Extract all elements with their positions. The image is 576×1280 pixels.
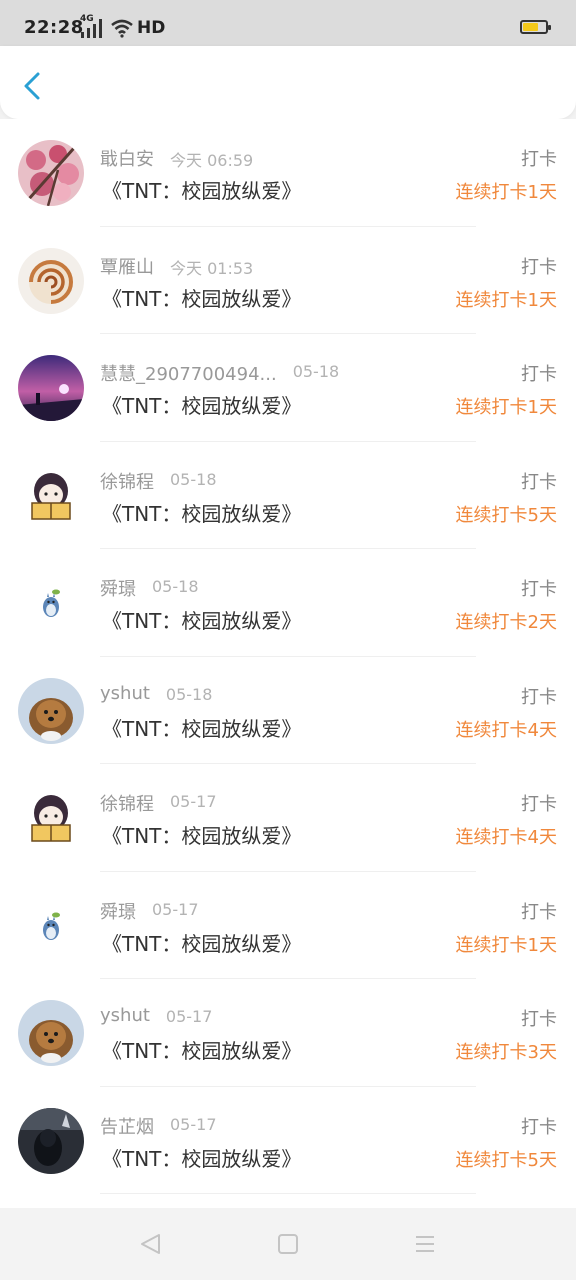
activity-type: 打卡 <box>521 901 557 923</box>
streak-badge: 连续打卡5天 <box>455 1149 557 1171</box>
timestamp: 05-18 <box>170 469 217 489</box>
activity-type: 打卡 <box>521 256 557 278</box>
timestamp: 05-17 <box>165 1007 213 1026</box>
avatar[interactable] <box>18 892 84 959</box>
avatar[interactable] <box>18 570 84 636</box>
back-button[interactable] <box>16 68 48 104</box>
battery-level <box>523 23 538 31</box>
activity-type: 打卡 <box>521 686 557 708</box>
book-title: 《TNT：校园放纵爱》 <box>102 394 302 418</box>
avatar[interactable] <box>18 140 84 206</box>
list-item[interactable]: yshut 05-17 《TNT：校园放纵爱》 打卡 连续打卡3天 <box>0 979 576 1087</box>
activity-type: 打卡 <box>521 1116 557 1138</box>
status-time: 22:28 <box>24 17 84 38</box>
book-title: 《TNT：校园放纵爱》 <box>102 824 302 848</box>
activity-type: 打卡 <box>521 1009 557 1030</box>
streak-badge: 连续打卡1天 <box>455 397 557 418</box>
timestamp: 05-17 <box>170 792 217 811</box>
chevron-left-icon <box>24 72 40 100</box>
streak-badge: 连续打卡4天 <box>455 827 557 848</box>
username: 徐锦程 <box>100 471 154 493</box>
wifi-icon <box>111 19 133 38</box>
system-nav-bar <box>0 1208 576 1280</box>
activity-type: 打卡 <box>521 471 557 493</box>
activity-type: 打卡 <box>521 364 557 385</box>
avatar[interactable] <box>18 247 84 314</box>
top-header <box>0 46 576 119</box>
streak-badge: 连续打卡3天 <box>455 1042 557 1063</box>
streak-badge: 连续打卡2天 <box>455 612 557 633</box>
username: 舜璟 <box>100 579 136 600</box>
timestamp: 今天 06:59 <box>170 151 254 170</box>
username: 戢白安 <box>100 149 154 170</box>
list-item[interactable]: 告芷烟 05-17 《TNT：校园放纵爱》 打卡 连续打卡5天 <box>0 1087 576 1195</box>
avatar[interactable] <box>18 1107 84 1174</box>
battery-icon <box>520 20 551 34</box>
list-item[interactable]: 舜璟 05-18 《TNT：校园放纵爱》 打卡 连续打卡2天 <box>0 549 576 657</box>
avatar[interactable] <box>18 677 84 744</box>
avatar[interactable] <box>18 785 84 851</box>
book-title: 《TNT：校园放纵爱》 <box>102 1039 302 1063</box>
activity-type: 打卡 <box>521 794 557 815</box>
list-item[interactable]: 慧慧_2907700494... 05-18 《TNT：校园放纵爱》 打卡 连续… <box>0 334 576 442</box>
timestamp: 05-18 <box>152 577 199 596</box>
username: 徐锦程 <box>100 794 154 815</box>
avatar[interactable] <box>18 355 84 421</box>
streak-badge: 连续打卡4天 <box>455 719 557 741</box>
signal-icon <box>81 19 102 38</box>
book-title: 《TNT：校园放纵爱》 <box>102 179 302 203</box>
streak-badge: 连续打卡1天 <box>455 182 557 203</box>
list-item[interactable]: 舜璟 05-17 《TNT：校园放纵爱》 打卡 连续打卡1天 <box>0 872 576 980</box>
book-title: 《TNT：校园放纵爱》 <box>102 931 302 956</box>
list-item[interactable]: 徐锦程 05-17 《TNT：校园放纵爱》 打卡 连续打卡4天 <box>0 764 576 872</box>
book-title: 《TNT：校园放纵爱》 <box>102 1146 302 1171</box>
square-home-icon[interactable] <box>275 1232 301 1256</box>
timestamp: 05-18 <box>292 362 340 381</box>
activity-type: 打卡 <box>521 579 557 600</box>
list-item[interactable]: 戢白安 今天 06:59 《TNT：校园放纵爱》 打卡 连续打卡1天 <box>0 119 576 227</box>
avatar[interactable] <box>18 1000 84 1066</box>
username: 慧慧_2907700494... <box>100 364 277 385</box>
list-item[interactable]: 覃雁山 今天 01:53 《TNT：校园放纵爱》 打卡 连续打卡1天 <box>0 227 576 335</box>
streak-badge: 连续打卡5天 <box>455 504 557 526</box>
book-title: 《TNT：校园放纵爱》 <box>102 286 302 311</box>
timestamp: 05-17 <box>170 1114 217 1134</box>
streak-badge: 连续打卡1天 <box>455 934 557 956</box>
list-item[interactable]: yshut 05-18 《TNT：校园放纵爱》 打卡 连续打卡4天 <box>0 657 576 765</box>
username: yshut <box>100 1005 150 1026</box>
username: 告芷烟 <box>100 1116 154 1138</box>
book-title: 《TNT：校园放纵爱》 <box>102 609 302 633</box>
timestamp: 05-18 <box>165 684 213 704</box>
timestamp: 05-17 <box>152 899 199 919</box>
avatar[interactable] <box>18 462 84 529</box>
username: 覃雁山 <box>100 256 154 278</box>
book-title: 《TNT：校园放纵爱》 <box>102 501 302 526</box>
checkin-list: 戢白安 今天 06:59 《TNT：校园放纵爱》 打卡 连续打卡1天 覃雁山 今… <box>0 119 576 1208</box>
timestamp: 今天 01:53 <box>170 258 254 278</box>
activity-type: 打卡 <box>521 149 557 170</box>
username: 舜璟 <box>100 901 136 923</box>
list-item[interactable]: 徐锦程 05-18 《TNT：校园放纵爱》 打卡 连续打卡5天 <box>0 442 576 550</box>
hd-indicator: HD <box>137 18 166 38</box>
triangle-back-icon[interactable] <box>138 1232 164 1256</box>
menu-lines-icon[interactable] <box>412 1232 438 1256</box>
username: yshut <box>100 682 150 704</box>
streak-badge: 连续打卡1天 <box>455 289 557 311</box>
book-title: 《TNT：校园放纵爱》 <box>102 716 302 741</box>
